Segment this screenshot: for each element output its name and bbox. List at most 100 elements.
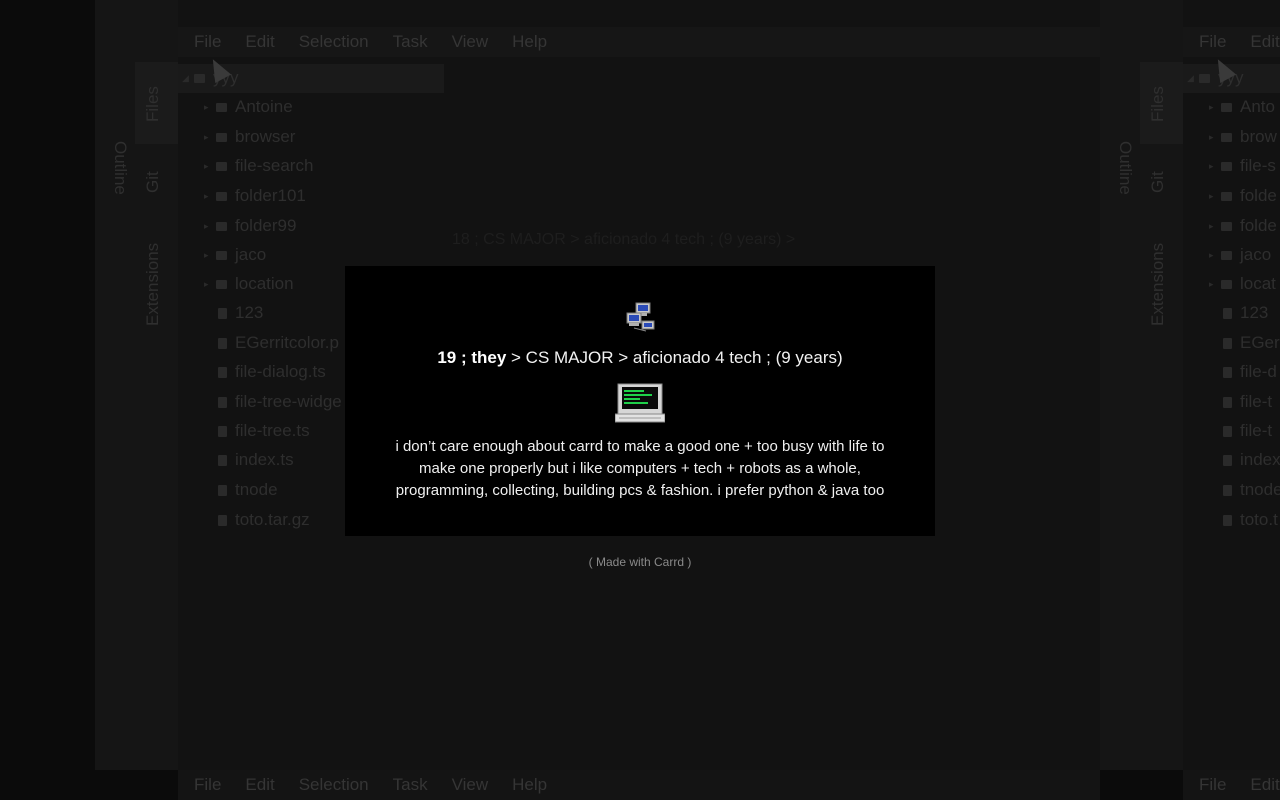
- tree-file[interactable]: file-t: [1223, 390, 1272, 414]
- menu-edit[interactable]: Edit: [233, 32, 286, 52]
- tree-item-label: folder99: [235, 216, 297, 235]
- tree-file[interactable]: EGerritcolor.p: [218, 331, 339, 355]
- tree-file[interactable]: file-t: [1223, 419, 1272, 443]
- tree-file[interactable]: 123: [218, 301, 263, 325]
- tree-item-label: tnode: [1240, 480, 1280, 499]
- tree-file[interactable]: file-tree.ts: [218, 419, 310, 443]
- headline-bold: 19 ; they: [437, 348, 507, 367]
- menu-file[interactable]: File: [178, 775, 233, 795]
- chevron-right-icon: ▸: [204, 190, 209, 201]
- file-icon: [218, 307, 227, 319]
- chevron-right-icon: ▸: [204, 278, 209, 289]
- ts-file-icon: [218, 454, 227, 466]
- folder-icon: [1221, 279, 1232, 289]
- menu-edit[interactable]: Edit: [1238, 775, 1280, 795]
- tree-file[interactable]: EGer: [1223, 331, 1280, 355]
- chevron-right-icon: ▸: [1209, 278, 1214, 289]
- tree-item-label: toto.tar.gz: [235, 510, 310, 529]
- chevron-down-icon: ◢: [1187, 72, 1194, 83]
- menu-task[interactable]: Task: [381, 775, 440, 795]
- tree-file[interactable]: tnode: [218, 478, 278, 502]
- file-icon: [218, 484, 227, 496]
- menu-file[interactable]: File: [1183, 32, 1238, 52]
- tree-folder[interactable]: ▸ folde: [1209, 184, 1277, 208]
- tree-folder[interactable]: ▸ file-s: [1209, 154, 1276, 178]
- ts-file-icon: [218, 425, 227, 437]
- ghost-caption: 18 ; CS MAJOR > aficionado 4 tech ; (9 y…: [452, 231, 796, 248]
- tree-file[interactable]: file-dialog.ts: [218, 360, 326, 384]
- chevron-right-icon: ▸: [1209, 101, 1214, 112]
- tab-git[interactable]: Git: [143, 171, 163, 193]
- folder-icon: [216, 191, 227, 201]
- profile-card: 19 ; they > CS MAJOR > aficionado 4 tech…: [345, 266, 935, 536]
- tree-folder[interactable]: ▸ Antoine: [204, 95, 293, 119]
- tree-folder[interactable]: ▸ folder101: [204, 184, 306, 208]
- tab-outline[interactable]: Outline: [110, 141, 130, 195]
- tab-extensions[interactable]: Extensions: [143, 243, 163, 326]
- menu-bar-bottom: File Edit Selection Task View Help: [178, 770, 1100, 800]
- chevron-right-icon: ▸: [204, 220, 209, 231]
- tree-file[interactable]: tnode: [1223, 478, 1280, 502]
- headline-rest: > CS MAJOR > aficionado 4 tech ; (9 year…: [506, 348, 843, 367]
- tree-folder[interactable]: ▸ Anto: [1209, 95, 1275, 119]
- tree-folder[interactable]: ▸ jaco: [204, 243, 266, 267]
- archive-file-icon: [218, 514, 227, 526]
- tree-file[interactable]: 123: [1223, 301, 1268, 325]
- menu-help[interactable]: Help: [500, 775, 559, 795]
- tree-file[interactable]: index: [1223, 448, 1280, 472]
- menu-view[interactable]: View: [440, 32, 501, 52]
- folder-icon: [216, 132, 227, 142]
- tab-files[interactable]: Files: [143, 86, 163, 122]
- menu-help[interactable]: Help: [500, 32, 559, 52]
- menu-selection[interactable]: Selection: [287, 775, 381, 795]
- tree-item-label: tnode: [235, 480, 278, 499]
- tab-outline[interactable]: Outline: [1115, 141, 1135, 195]
- folder-icon: [1221, 221, 1232, 231]
- tree-folder[interactable]: ▸ folder99: [204, 214, 296, 238]
- tree-folder[interactable]: ▸ file-search: [204, 154, 313, 178]
- made-with-carrd-link[interactable]: ( Made with Carrd ): [0, 555, 1280, 569]
- tree-file[interactable]: index.ts: [218, 448, 294, 472]
- menu-file[interactable]: File: [178, 32, 233, 52]
- tree-item-label: file-d: [1240, 362, 1277, 381]
- chevron-right-icon: ▸: [204, 131, 209, 142]
- folder-icon: [194, 73, 205, 83]
- tree-folder[interactable]: ▸ location: [204, 272, 294, 296]
- tree-item-label: 123: [235, 303, 264, 322]
- tree-folder[interactable]: ▸ locat: [1209, 272, 1276, 296]
- image-file-icon: [218, 337, 227, 349]
- tree-item-label: folde: [1240, 186, 1277, 205]
- tree-folder[interactable]: ▸ folde: [1209, 214, 1277, 238]
- folder-icon: [216, 221, 227, 231]
- activity-bar: Files Outline Git Extensions: [95, 0, 178, 770]
- menu-edit[interactable]: Edit: [1238, 32, 1280, 52]
- chevron-down-icon: ◢: [182, 72, 189, 83]
- tree-item-label: file-search: [235, 156, 314, 175]
- tree-folder[interactable]: ▸ browser: [204, 125, 295, 149]
- chevron-right-icon: ▸: [204, 101, 209, 112]
- menu-task[interactable]: Task: [381, 32, 440, 52]
- activity-bar: Files Outline Git Extensions: [1100, 0, 1183, 770]
- chevron-right-icon: ▸: [1209, 220, 1214, 231]
- tree-item-label: Antoine: [235, 97, 293, 116]
- image-file-icon: [1223, 337, 1232, 349]
- menu-view[interactable]: View: [440, 775, 501, 795]
- tab-extensions[interactable]: Extensions: [1148, 243, 1168, 326]
- tree-folder[interactable]: ▸ brow: [1209, 125, 1277, 149]
- folder-icon: [216, 250, 227, 260]
- tree-file[interactable]: toto.t: [1223, 508, 1278, 532]
- tree-folder[interactable]: ▸ jaco: [1209, 243, 1271, 267]
- tree-file[interactable]: file-tree-widge: [218, 390, 342, 414]
- menu-edit[interactable]: Edit: [233, 775, 286, 795]
- tree-file[interactable]: file-d: [1223, 360, 1277, 384]
- menu-selection[interactable]: Selection: [287, 32, 381, 52]
- tree-item-label: browser: [235, 127, 296, 146]
- menu-bar: File Edit: [1183, 27, 1280, 57]
- tab-git[interactable]: Git: [1148, 171, 1168, 193]
- archive-file-icon: [1223, 514, 1232, 526]
- tab-files[interactable]: Files: [1148, 86, 1168, 122]
- menu-file[interactable]: File: [1183, 775, 1238, 795]
- tree-item-label: folder101: [235, 186, 306, 205]
- tree-file[interactable]: toto.tar.gz: [218, 508, 310, 532]
- chevron-right-icon: ▸: [1209, 160, 1214, 171]
